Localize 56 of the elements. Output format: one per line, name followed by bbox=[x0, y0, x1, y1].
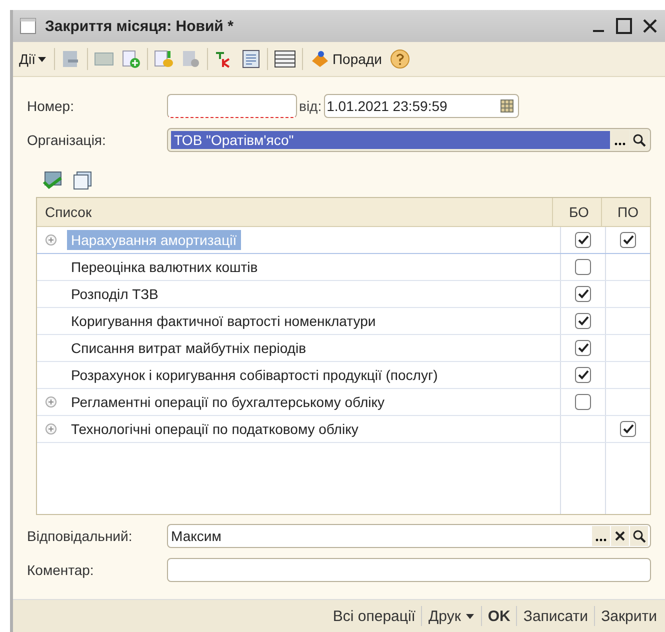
document-icon bbox=[19, 17, 37, 35]
checkbox[interactable] bbox=[574, 366, 592, 384]
close-icon[interactable] bbox=[641, 17, 659, 35]
date-label: від: bbox=[299, 98, 322, 114]
footer-button[interactable]: OK bbox=[482, 606, 516, 626]
expand-icon[interactable] bbox=[45, 396, 57, 408]
checkbox[interactable] bbox=[574, 312, 592, 330]
caret-icon bbox=[37, 54, 48, 64]
actions-menu-button[interactable]: Дії bbox=[17, 49, 50, 69]
column-header[interactable]: БО bbox=[552, 198, 601, 226]
column-header[interactable]: Список bbox=[37, 198, 552, 226]
organization-field[interactable]: ТОВ "Оратівм'ясо" bbox=[167, 128, 651, 152]
help-icon[interactable] bbox=[388, 48, 411, 70]
window-title: Закриття місяця: Новий * bbox=[45, 18, 234, 34]
checkbox[interactable] bbox=[574, 258, 592, 276]
ellipsis-icon[interactable] bbox=[592, 526, 610, 546]
report-icon[interactable] bbox=[240, 49, 262, 69]
footer-button[interactable]: Записати bbox=[517, 606, 594, 626]
comment-field[interactable] bbox=[167, 558, 651, 582]
operation-name[interactable]: Розрахунок і коригування собівартості продукції (послуг) bbox=[67, 365, 442, 385]
tips-button[interactable]: Поради bbox=[308, 47, 384, 71]
organization-label: Організація: bbox=[27, 132, 107, 148]
comment-label: Коментар: bbox=[27, 562, 95, 578]
responsible-label: Відповідальний: bbox=[27, 528, 134, 544]
calendar-icon[interactable] bbox=[498, 98, 515, 114]
date-field[interactable]: 1.01.2021 23:59:59 bbox=[324, 94, 519, 118]
check-all-icon[interactable] bbox=[41, 169, 65, 191]
ellipsis-icon[interactable] bbox=[611, 130, 629, 150]
footer-button[interactable]: Закрити bbox=[595, 606, 663, 626]
list-icon[interactable] bbox=[273, 49, 298, 69]
search-icon[interactable] bbox=[630, 130, 648, 150]
number-field[interactable] bbox=[167, 94, 297, 118]
checkbox[interactable] bbox=[574, 339, 592, 357]
footer-button[interactable]: Всі операції bbox=[326, 606, 422, 626]
document-coins-icon[interactable] bbox=[153, 49, 176, 69]
copy-add-icon[interactable] bbox=[120, 49, 142, 69]
operation-name[interactable]: Переоцінка валютних коштів bbox=[67, 257, 262, 277]
checkbox[interactable] bbox=[574, 393, 592, 411]
checkbox[interactable] bbox=[574, 285, 592, 303]
search-icon[interactable] bbox=[630, 526, 648, 546]
operation-name[interactable]: Коригування фактичної вартості номенклатури bbox=[67, 311, 380, 331]
operation-name[interactable]: Розподіл ТЗВ bbox=[67, 284, 162, 304]
checkbox[interactable] bbox=[619, 231, 637, 249]
checkbox[interactable] bbox=[619, 420, 637, 438]
responsible-field[interactable]: Максим bbox=[167, 524, 651, 548]
operation-name[interactable]: Технологічні операції по податковому обліку bbox=[67, 419, 362, 439]
operation-name[interactable]: Регламентні операції по бухгалтерському обліку bbox=[67, 392, 389, 412]
column-header[interactable]: ПО bbox=[601, 198, 650, 226]
number-label: Номер: bbox=[27, 98, 75, 114]
operation-name[interactable]: Списання витрат майбутніх періодів bbox=[67, 338, 310, 358]
footer-button[interactable]: Друк bbox=[422, 606, 481, 626]
expand-icon[interactable] bbox=[45, 423, 57, 435]
expand-icon[interactable] bbox=[45, 234, 57, 246]
checkbox[interactable] bbox=[574, 231, 592, 249]
maximize-icon[interactable] bbox=[615, 17, 633, 35]
clear-icon[interactable] bbox=[611, 526, 629, 546]
